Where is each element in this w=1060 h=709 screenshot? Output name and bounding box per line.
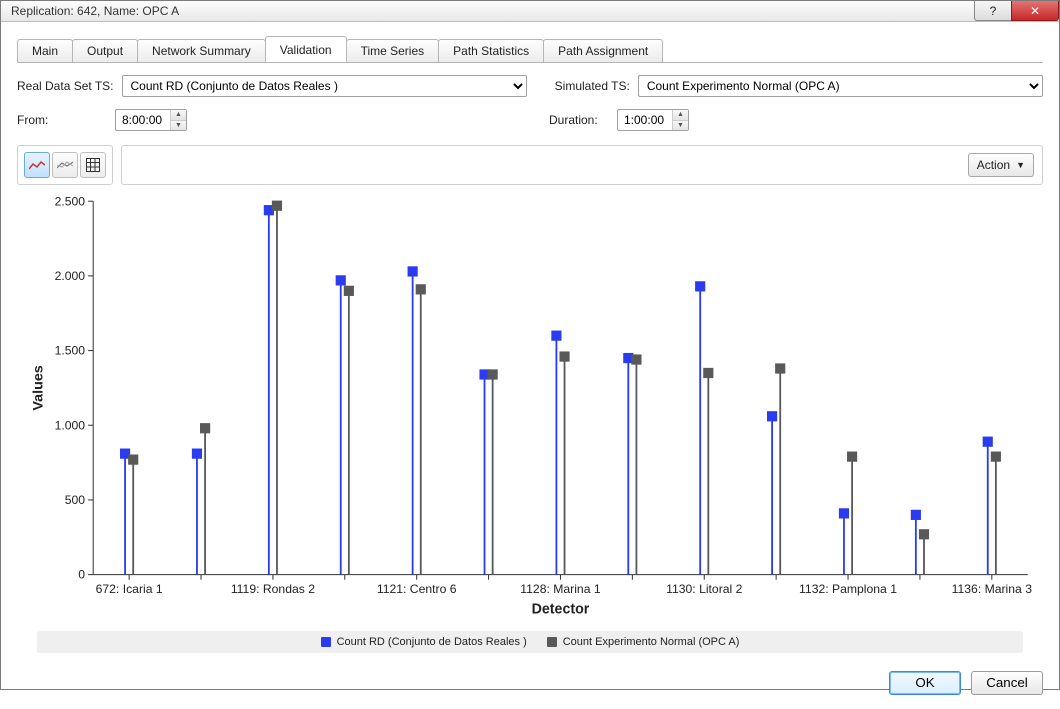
duration-spinner: ▲ ▼ (672, 110, 688, 130)
legend: Count RD (Conjunto de Datos Reales ) Cou… (37, 631, 1023, 653)
duration-spin-up[interactable]: ▲ (673, 110, 688, 121)
real-ts-select[interactable]: Count RD (Conjunto de Datos Reales ) (122, 75, 527, 97)
table-view-button[interactable] (80, 152, 106, 178)
legend-label-real: Count RD (Conjunto de Datos Reales ) (337, 636, 527, 648)
from-spin-down[interactable]: ▼ (171, 121, 186, 131)
content-area: MainOutputNetwork SummaryValidationTime … (1, 22, 1059, 663)
legend-item-real: Count RD (Conjunto de Datos Reales ) (321, 636, 527, 648)
multi-line-chart-button[interactable] (52, 152, 78, 178)
svg-text:1121: Centro 6: 1121: Centro 6 (377, 582, 457, 596)
chart-view-toggle-group (17, 145, 113, 185)
svg-text:1.000: 1.000 (55, 418, 86, 432)
from-time-field[interactable] (120, 112, 170, 128)
dialog-footer: OK Cancel (1, 663, 1059, 709)
tab-timeser[interactable]: Time Series (346, 39, 440, 62)
action-label: Action (977, 158, 1010, 172)
help-icon: ? (990, 5, 997, 17)
action-button[interactable]: Action ▼ (968, 153, 1034, 177)
svg-text:500: 500 (65, 493, 86, 507)
row-time-controls: From: ▲ ▼ Duration: ▲ ▼ (17, 109, 1043, 131)
tab-pathasg[interactable]: Path Assignment (543, 39, 663, 62)
tab-main[interactable]: Main (17, 39, 73, 62)
duration-time-input[interactable]: ▲ ▼ (617, 109, 689, 131)
line-chart-icon (29, 160, 45, 170)
line-chart-button[interactable] (24, 152, 50, 178)
close-icon: ✕ (1030, 5, 1040, 17)
tab-netsum[interactable]: Network Summary (137, 39, 266, 62)
from-spin-up[interactable]: ▲ (171, 110, 186, 121)
legend-item-sim: Count Experimento Normal (OPC A) (547, 636, 740, 648)
tabstrip: MainOutputNetwork SummaryValidationTime … (17, 36, 1043, 63)
svg-text:Values: Values (30, 365, 46, 410)
titlebar: Replication: 642, Name: OPC A ? ✕ (1, 1, 1059, 22)
svg-text:2.000: 2.000 (55, 269, 86, 283)
tab-valid[interactable]: Validation (265, 36, 347, 62)
legend-swatch-grey (547, 637, 557, 647)
window-title: Replication: 642, Name: OPC A (11, 4, 975, 18)
svg-text:Detector: Detector (532, 601, 590, 617)
help-button[interactable]: ? (974, 1, 1012, 21)
legend-swatch-blue (321, 637, 331, 647)
svg-text:2.500: 2.500 (55, 194, 86, 208)
duration-spin-down[interactable]: ▼ (673, 121, 688, 131)
svg-text:1136: Marina 3: 1136: Marina 3 (952, 582, 1033, 596)
legend-label-sim: Count Experimento Normal (OPC A) (563, 636, 740, 648)
tab-pathstat[interactable]: Path Statistics (438, 39, 544, 62)
from-spinner: ▲ ▼ (170, 110, 186, 130)
chevron-down-icon: ▼ (1016, 160, 1025, 170)
multi-line-chart-icon (57, 160, 73, 170)
chart-svg: 0 500 1.000 1.500 2.000 2.500 Values 672: Icari… (17, 191, 1043, 621)
svg-text:1128: Marina 1: 1128: Marina 1 (520, 582, 601, 596)
svg-text:1.500: 1.500 (55, 344, 86, 358)
chart-area: 0 500 1.000 1.500 2.000 2.500 Values 672: Icari… (17, 191, 1043, 621)
dialog-window: Replication: 642, Name: OPC A ? ✕ MainOu… (0, 0, 1060, 690)
toolbar-row: Action ▼ (17, 145, 1043, 185)
sim-ts-select[interactable]: Count Experimento Normal (OPC A) (638, 75, 1043, 97)
row-series-selects: Real Data Set TS: Count RD (Conjunto de … (17, 75, 1043, 97)
sim-ts-label: Simulated TS: (555, 79, 630, 93)
svg-text:0: 0 (78, 568, 85, 582)
tab-output[interactable]: Output (72, 39, 138, 62)
cancel-button[interactable]: Cancel (971, 671, 1043, 695)
from-time-input[interactable]: ▲ ▼ (115, 109, 187, 131)
svg-text:1119: Rondas 2: 1119: Rondas 2 (231, 582, 315, 596)
titlebar-buttons: ? ✕ (975, 1, 1059, 21)
from-label: From: (17, 113, 107, 127)
svg-text:1130: Litoral 2: 1130: Litoral 2 (666, 582, 742, 596)
action-strip: Action ▼ (121, 145, 1043, 185)
svg-text:672: Icaria 1: 672: Icaria 1 (96, 582, 163, 596)
close-button[interactable]: ✕ (1011, 1, 1059, 21)
svg-text:1132: Pamplona 1: 1132: Pamplona 1 (799, 582, 897, 596)
ok-button[interactable]: OK (889, 671, 961, 695)
real-ts-label: Real Data Set TS: (17, 79, 114, 93)
grid-icon (86, 158, 100, 172)
duration-label: Duration: (549, 113, 609, 127)
duration-time-field[interactable] (622, 112, 672, 128)
